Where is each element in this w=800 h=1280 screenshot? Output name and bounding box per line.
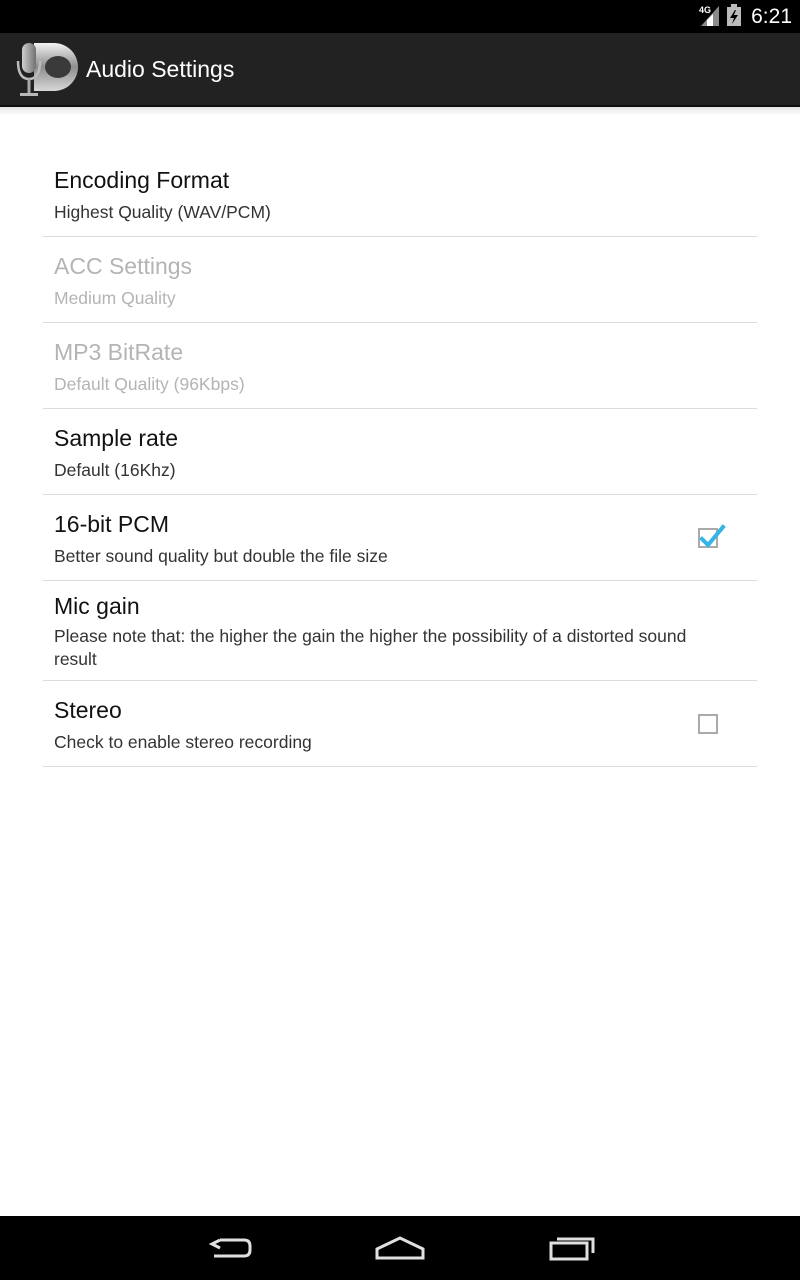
pref-title: Mic gain <box>54 593 140 619</box>
pref-sample-rate[interactable]: Sample rate Default (16Khz) <box>43 409 757 495</box>
battery-icon <box>727 3 742 30</box>
pref-title: Encoding Format <box>54 167 230 193</box>
pref-mp3-bitrate: MP3 BitRate Default Quality (96Kbps) <box>43 323 757 409</box>
pref-mic-gain[interactable]: Mic gain Please note that: the higher th… <box>43 581 757 681</box>
microphone-logo-icon[interactable] <box>14 39 80 101</box>
pref-summary: Highest Quality (WAV/PCM) <box>54 202 271 222</box>
status-bar: 4G 6:21 <box>0 0 800 33</box>
pref-acc-settings: ACC Settings Medium Quality <box>43 237 757 323</box>
pref-summary: Default (16Khz) <box>54 460 176 480</box>
signal-icon: 4G <box>699 4 721 30</box>
navigation-bar <box>0 1216 800 1280</box>
pref-summary: Please note that: the higher the gain th… <box>54 626 687 669</box>
pcm-checkbox[interactable] <box>698 524 726 548</box>
preference-list: Encoding Format Highest Quality (WAV/PCM… <box>43 151 757 767</box>
recents-icon[interactable] <box>532 1224 612 1272</box>
action-bar: Audio Settings <box>0 33 800 107</box>
clock: 6:21 <box>751 4 792 28</box>
pref-summary: Check to enable stereo recording <box>54 732 312 752</box>
back-icon[interactable] <box>190 1224 270 1272</box>
pref-title: 16-bit PCM <box>54 511 170 537</box>
action-bar-shadow <box>0 107 800 115</box>
pref-summary: Better sound quality but double the file… <box>54 546 388 566</box>
pref-summary: Default Quality (96Kbps) <box>54 374 245 394</box>
pref-summary: Medium Quality <box>54 288 176 308</box>
page-title: Audio Settings <box>86 56 235 82</box>
stereo-checkbox[interactable] <box>698 714 718 734</box>
pref-title: Stereo <box>54 697 122 723</box>
pref-encoding-format[interactable]: Encoding Format Highest Quality (WAV/PCM… <box>43 151 757 237</box>
pref-16bit-pcm[interactable]: 16-bit PCM Better sound quality but doub… <box>43 495 757 581</box>
status-icons: 4G 6:21 <box>699 0 792 33</box>
home-icon[interactable] <box>360 1224 440 1272</box>
pref-title: MP3 BitRate <box>54 339 184 365</box>
pref-title: Sample rate <box>54 425 179 451</box>
network-type-label: 4G <box>699 5 711 15</box>
checkmark-icon <box>699 524 726 548</box>
pref-stereo[interactable]: Stereo Check to enable stereo recording <box>43 681 757 767</box>
pref-title: ACC Settings <box>54 253 193 279</box>
